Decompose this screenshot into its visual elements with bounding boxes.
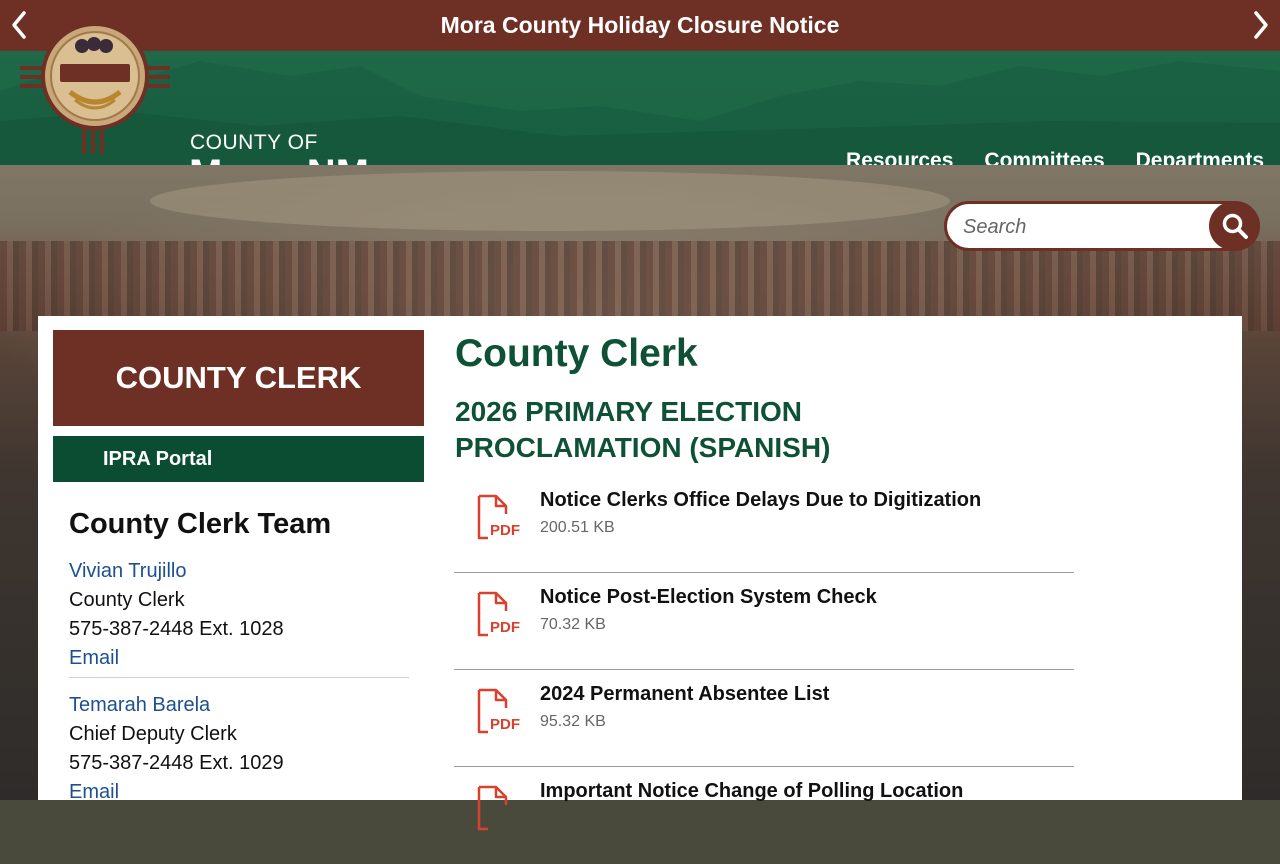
pdf-file-icon [477, 785, 508, 831]
nav-resources[interactable]: Resources [846, 149, 953, 165]
county-seal-logo[interactable] [20, 4, 170, 154]
search-icon [1222, 213, 1248, 239]
document-size: 95.32 KB [540, 713, 606, 730]
member-email-link[interactable]: Email [69, 778, 409, 807]
svg-text:PDF: PDF [490, 522, 520, 539]
next-alert-button[interactable] [1244, 8, 1278, 42]
proclamation-link[interactable]: 2026 PRIMARY ELECTION PROCLAMATION (SPAN… [455, 394, 955, 466]
member-role: Chief Deputy Clerk [69, 723, 237, 745]
team-member: Temarah Barela Chief Deputy Clerk 575-38… [69, 691, 409, 807]
document-item[interactable]: PDF Notice Post-Election System Check 70… [454, 573, 1074, 670]
team-member: Vivian Trujillo County Clerk 575-387-244… [69, 557, 409, 673]
document-item[interactable]: PDF 2024 Permanent Absentee List 95.32 K… [454, 670, 1074, 767]
team-divider [69, 677, 409, 678]
site-title[interactable]: Mora, NM [189, 152, 369, 165]
nav-committees[interactable]: Committees [984, 149, 1104, 165]
member-role: County Clerk [69, 589, 185, 611]
nav-departments[interactable]: Departments [1136, 149, 1264, 165]
document-title[interactable]: 2024 Permanent Absentee List [540, 683, 829, 706]
member-phone: 575-387-2448 Ext. 1028 [69, 618, 284, 640]
page-title: County Clerk [455, 332, 698, 375]
alert-bar: Mora County Holiday Closure Notice [0, 0, 1280, 51]
svg-text:PDF: PDF [490, 716, 520, 733]
search-input[interactable] [961, 213, 1205, 241]
alert-title[interactable]: Mora County Holiday Closure Notice [441, 12, 840, 39]
document-item[interactable]: Important Notice Change of Polling Locat… [454, 767, 1074, 864]
seal-icon [20, 4, 170, 154]
chevron-right-icon [1254, 11, 1268, 39]
member-name-link[interactable]: Temarah Barela [69, 691, 409, 720]
sidebar-title: COUNTY CLERK [53, 330, 424, 426]
sidebar-link-ipra-portal[interactable]: IPRA Portal [53, 436, 424, 482]
svg-text:PDF: PDF [490, 619, 520, 636]
team-heading: County Clerk Team [69, 508, 332, 540]
pdf-file-icon: PDF [477, 591, 520, 637]
document-size: 200.51 KB [540, 519, 615, 536]
document-item[interactable]: PDF Notice Clerks Office Delays Due to D… [454, 476, 1074, 573]
content-card: COUNTY CLERK IPRA Portal County Clerk Te… [38, 316, 1242, 831]
member-phone: 575-387-2448 Ext. 1029 [69, 752, 284, 774]
search-button[interactable] [1209, 201, 1260, 251]
main-nav: Resources Committees Departments [846, 149, 1264, 165]
document-size: 70.32 KB [540, 616, 606, 633]
member-email-link[interactable]: Email [69, 644, 409, 673]
document-title[interactable]: Notice Post-Election System Check [540, 586, 877, 609]
document-title[interactable]: Notice Clerks Office Delays Due to Digit… [540, 489, 981, 512]
member-name-link[interactable]: Vivian Trujillo [69, 557, 409, 586]
pdf-file-icon: PDF [477, 688, 520, 734]
pdf-file-icon: PDF [477, 494, 520, 540]
hero-field [150, 171, 950, 231]
site-header: COUNTY OF Mora, NM Resources Committees … [0, 51, 1280, 165]
